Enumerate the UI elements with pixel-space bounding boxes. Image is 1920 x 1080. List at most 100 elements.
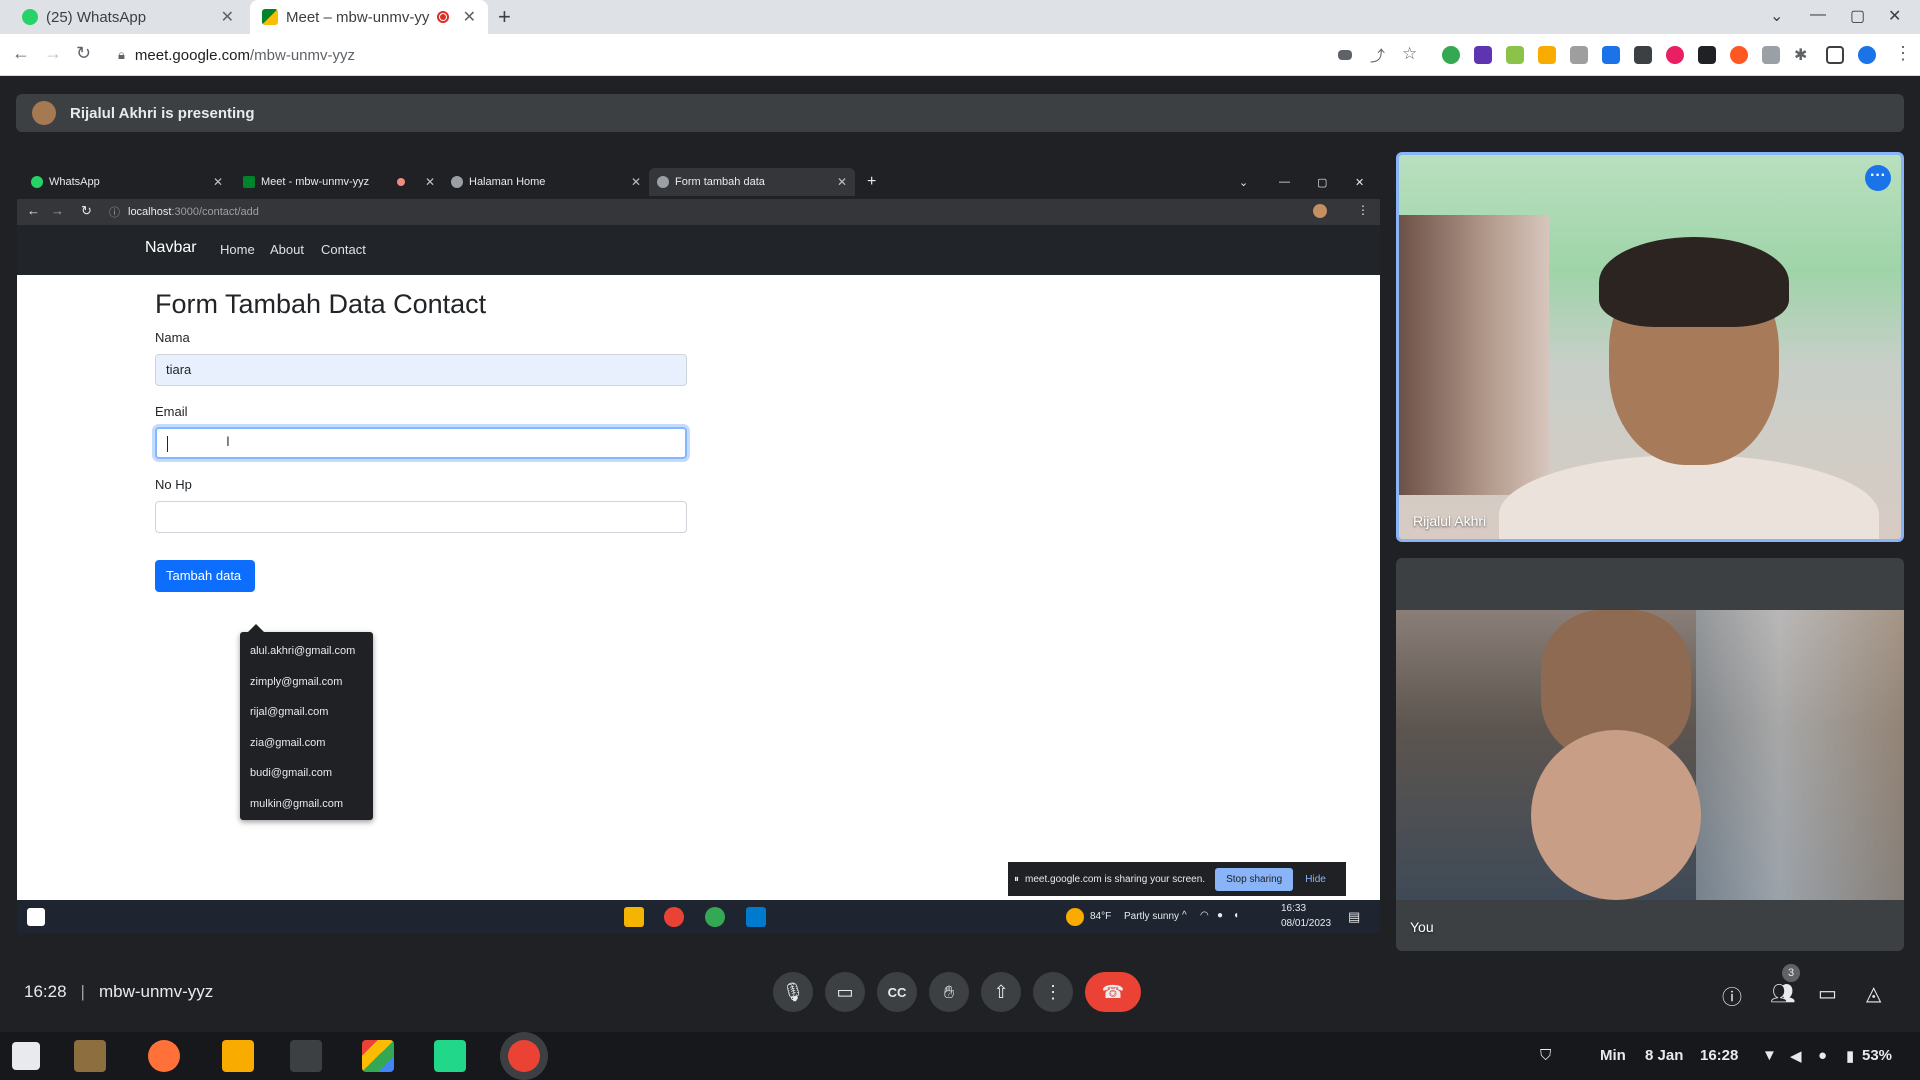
present-button[interactable]: ⇧ — [981, 972, 1021, 1012]
software-center-icon[interactable] — [362, 1040, 394, 1072]
extension-x-icon[interactable] — [1698, 46, 1716, 64]
extension-purple-icon[interactable] — [1474, 46, 1492, 64]
tab-label: Meet – mbw-unmv-yy — [286, 8, 430, 26]
weather-temp: 84°F — [1090, 911, 1112, 922]
share-message: meet.google.com is sharing your screen. — [1025, 873, 1206, 885]
file-manager-icon[interactable] — [74, 1040, 106, 1072]
window-close-button[interactable]: ✕ — [1888, 6, 1901, 26]
video-background — [1696, 610, 1904, 900]
extension-green-icon[interactable] — [1442, 46, 1460, 64]
tab-label: (25) WhatsApp — [46, 8, 147, 26]
reload-icon[interactable]: ↻ — [76, 43, 91, 64]
video-person — [1599, 237, 1789, 327]
forward-icon: → — [51, 203, 64, 218]
shield-icon[interactable]: ⛉ — [1540, 1047, 1551, 1064]
more-options-icon[interactable]: ··· — [1865, 165, 1891, 191]
participant-tile-presenter[interactable]: ··· Rijalul Akhri — [1396, 152, 1904, 542]
tab-label: WhatsApp — [49, 176, 100, 188]
form-title: Form Tambah Data Contact — [155, 289, 487, 319]
globe-icon — [451, 176, 463, 188]
leave-call-button[interactable]: ☎︎ — [1085, 972, 1141, 1012]
extension-camera-icon[interactable] — [1762, 46, 1780, 64]
microphone-button[interactable]: 🎙︎ — [773, 972, 813, 1012]
profile-avatar — [1313, 204, 1327, 218]
camera-icon[interactable] — [1338, 50, 1352, 60]
activities-icon[interactable]: ◬ — [1866, 981, 1881, 1006]
mic-icon[interactable]: ● — [1818, 1047, 1827, 1064]
extension-blue-icon[interactable] — [1602, 46, 1620, 64]
url-path: :3000/contact/add — [171, 206, 259, 218]
meeting-details-icon[interactable]: ⓘ — [1722, 981, 1742, 1010]
nama-label: Nama — [155, 330, 190, 345]
clock-date: 8 Jan — [1645, 1047, 1684, 1064]
close-icon[interactable]: ✕ — [221, 7, 234, 27]
ibeam-cursor-icon: I — [226, 433, 230, 449]
site-navbar: Navbar Home About Contact — [17, 225, 1380, 275]
wifi-icon: ◠ — [1200, 910, 1209, 921]
notifications-icon: ▤ — [1348, 909, 1361, 924]
close-icon[interactable]: ✕ — [463, 7, 476, 27]
side-panel-icon[interactable] — [1826, 46, 1844, 64]
bookmark-star-icon[interactable]: ☆ — [1402, 44, 1417, 64]
menu-kebab-icon[interactable]: ⋮ — [1894, 43, 1912, 64]
autocomplete-item: mulkin@gmail.com — [250, 797, 344, 810]
extension-chart-icon[interactable] — [1538, 46, 1556, 64]
address-toolbar: ← → ↻ 🔒︎ meet.google.com/mbw-unmv-yyz ⤴ … — [0, 34, 1920, 76]
weather-icon — [1066, 908, 1084, 926]
extensions-puzzle-icon[interactable]: ✱ — [1794, 45, 1807, 65]
tab-search-icon[interactable]: ⌄ — [1770, 6, 1783, 26]
chrome-icon — [664, 907, 684, 927]
minimize-button[interactable]: — — [1810, 6, 1826, 24]
clock-time: 16:28 — [1700, 1047, 1739, 1064]
battery-percent: 53% — [1862, 1047, 1893, 1064]
terminal-icon[interactable] — [290, 1040, 322, 1072]
meet-control-bar: 16:28 | mbw-unmv-yyz 🎙︎ ▭ CC ✋︎ ⇧ ⋮ ☎︎ ⓘ… — [0, 960, 1920, 1032]
url-field[interactable]: 🔒︎ meet.google.com/mbw-unmv-yyz — [112, 41, 1332, 69]
pause-icon: ⏸ — [1014, 873, 1019, 885]
profile-avatar[interactable] — [1858, 46, 1876, 64]
firefox-icon[interactable] — [148, 1040, 180, 1072]
autocomplete-item: rijal@gmail.com — [250, 706, 329, 718]
maximize-button[interactable]: ▢ — [1850, 6, 1865, 26]
extension-orange-icon[interactable] — [1730, 46, 1748, 64]
extension-pen-icon[interactable] — [1570, 46, 1588, 64]
extension-glasses-icon[interactable] — [1634, 46, 1652, 64]
meeting-code: mbw-unmv-yyz — [98, 982, 214, 1001]
extension-js-icon[interactable] — [1506, 46, 1524, 64]
autocomplete-item: zia@gmail.com — [250, 736, 326, 749]
pycharm-icon[interactable] — [434, 1040, 466, 1072]
wifi-icon[interactable]: ▼ — [1762, 1047, 1777, 1064]
more-options-button[interactable]: ⋮ — [1033, 972, 1073, 1012]
people-icon[interactable]: 👥︎ — [1770, 981, 1795, 1006]
extension-color-icon[interactable] — [1666, 46, 1684, 64]
menu-kebab-icon: ⋮ — [1357, 203, 1369, 217]
share-icon[interactable]: ⤴ — [1370, 45, 1385, 66]
app-launcher-icon[interactable] — [12, 1042, 40, 1070]
back-icon: ← — [27, 203, 40, 218]
text-caret — [167, 436, 168, 452]
text-editor-icon[interactable] — [222, 1040, 254, 1072]
raise-hand-button[interactable]: ✋︎ — [929, 972, 969, 1012]
forward-icon[interactable]: → — [44, 43, 62, 64]
meeting-info: 16:28 | mbw-unmv-yyz — [24, 982, 213, 1002]
nohp-label: No Hp — [155, 477, 192, 492]
volume-icon[interactable]: ◀︎ — [1790, 1047, 1802, 1065]
participant-tile-self[interactable]: You — [1396, 558, 1904, 951]
recording-icon — [397, 178, 406, 186]
captions-button[interactable]: CC — [877, 972, 917, 1012]
globe-icon — [657, 176, 669, 188]
lock-icon: 🔒︎ — [118, 47, 125, 62]
tab-whatsapp[interactable]: (25) WhatsApp ✕ — [10, 0, 246, 34]
chrome-icon[interactable] — [508, 1040, 540, 1072]
chat-icon[interactable]: ▭ — [1818, 981, 1837, 1006]
minimize-icon: — — [1279, 176, 1290, 188]
present-icon: ⇧ — [993, 981, 1009, 1002]
back-icon[interactable]: ← — [12, 43, 30, 64]
battery-icon[interactable]: ▮ — [1846, 1047, 1854, 1065]
meet-icon — [243, 176, 255, 188]
shared-tab-whatsapp: WhatsApp ✕ — [23, 168, 231, 196]
tab-meet[interactable]: Meet – mbw-unmv-yy ✕ — [250, 0, 488, 34]
close-window-icon: ✕ — [1355, 176, 1365, 189]
camera-button[interactable]: ▭ — [825, 972, 865, 1012]
new-tab-button[interactable]: + — [498, 4, 511, 30]
